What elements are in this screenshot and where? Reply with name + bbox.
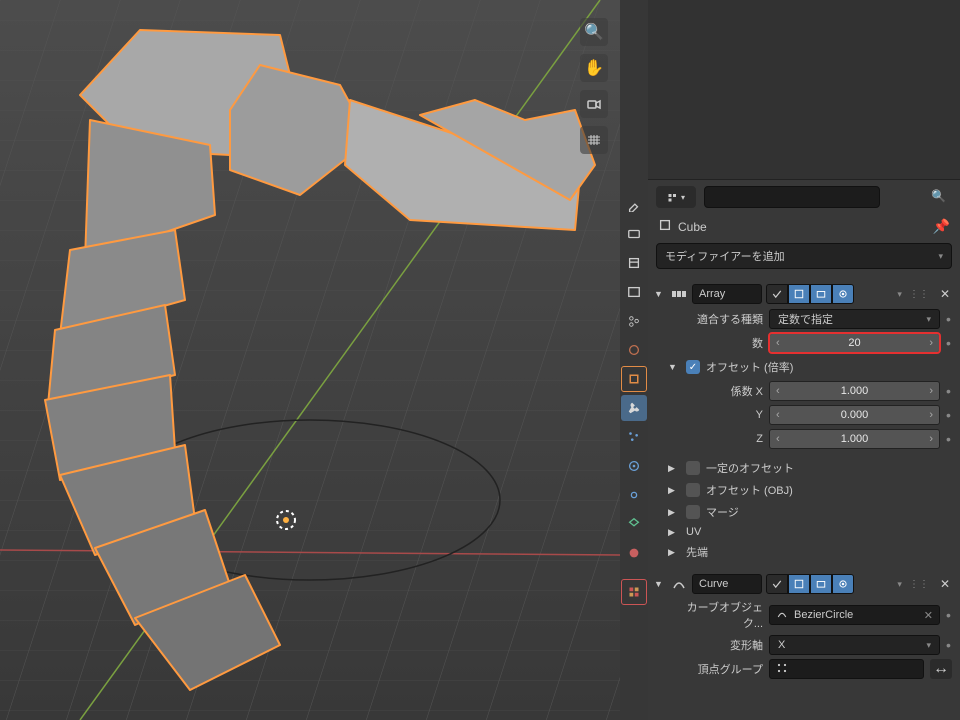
- chevron-down-icon: ▾: [926, 640, 931, 651]
- tab-data[interactable]: [621, 511, 647, 537]
- object-name: Cube: [678, 220, 707, 234]
- close-icon[interactable]: ✕: [936, 287, 954, 301]
- modifier-menu[interactable]: ⋮⋮: [906, 289, 932, 300]
- modifier-visibility-toggles: [766, 574, 854, 594]
- object-offset-section[interactable]: ▶ ✓ オフセット (OBJ): [648, 479, 960, 501]
- clear-icon[interactable]: ✕: [924, 609, 933, 622]
- array-icon: [670, 285, 688, 303]
- properties-region: ▾ 🔍 Cube 📌 モディファイアーを追加 ▾ ▼: [620, 0, 960, 720]
- vgroup-icon: [776, 662, 788, 677]
- fit-type-dropdown[interactable]: 定数で指定 ▾: [769, 309, 940, 329]
- modifier-visibility-toggles: [766, 284, 854, 304]
- relative-offset-header[interactable]: ▼ ✓ オフセット (倍率): [648, 355, 960, 379]
- cube-icon: [658, 218, 672, 235]
- relative-offset-checkbox[interactable]: ✓: [686, 360, 700, 374]
- tab-view[interactable]: [621, 279, 647, 305]
- tab-texture[interactable]: [621, 579, 647, 605]
- count-label: 数: [668, 335, 763, 351]
- fit-type-label: 適合する種類: [668, 311, 763, 327]
- curve-icon: [776, 608, 788, 623]
- chevron-down-icon[interactable]: ▾: [897, 579, 902, 590]
- pan-icon[interactable]: ✋: [580, 54, 608, 82]
- disclosure-triangle[interactable]: ▼: [668, 362, 680, 372]
- toggle-render[interactable]: [832, 574, 854, 594]
- header-blank: [648, 0, 960, 180]
- tab-material[interactable]: [621, 540, 647, 566]
- invert-vgroup-button[interactable]: ↔: [930, 659, 952, 679]
- modifier-curve-header: ▼ ▾ ⋮⋮ ✕: [648, 571, 960, 597]
- curve-object-picker[interactable]: BezierCircle ✕: [769, 605, 940, 625]
- tab-world[interactable]: [621, 337, 647, 363]
- count-input[interactable]: 20: [769, 333, 940, 353]
- toggle-cage[interactable]: [788, 574, 810, 594]
- vertex-group-label: 頂点グループ: [668, 661, 763, 677]
- search-icon: 🔍: [931, 189, 946, 203]
- factor-x-label: 係数 X: [668, 383, 763, 399]
- add-modifier-label: モディファイアーを追加: [665, 248, 785, 264]
- properties-panel: ▾ 🔍 Cube 📌 モディファイアーを追加 ▾ ▼: [648, 0, 960, 720]
- curve-object-label: カーブオブジェク...: [668, 599, 763, 631]
- pin-icon[interactable]: 📌: [933, 218, 950, 235]
- grid-icon[interactable]: [580, 126, 608, 154]
- toggle-viewport[interactable]: [810, 284, 832, 304]
- tab-tool[interactable]: [621, 192, 647, 218]
- constant-offset-section[interactable]: ▶ ✓ 一定のオフセット: [648, 457, 960, 479]
- modifier-name-input[interactable]: [692, 574, 762, 594]
- viewport-tools: 🔍 ✋: [580, 18, 608, 154]
- curve-icon: [670, 575, 688, 593]
- constant-offset-checkbox[interactable]: ✓: [686, 461, 700, 475]
- anim-dot[interactable]: •: [946, 335, 952, 351]
- factor-z-label: Z: [668, 433, 763, 445]
- anim-dot[interactable]: •: [946, 383, 952, 399]
- object-breadcrumb: Cube 📌: [648, 214, 960, 239]
- viewport-3d[interactable]: 🔍 ✋: [0, 0, 620, 720]
- factor-x-input[interactable]: 1.000: [769, 381, 940, 401]
- modifier-menu[interactable]: ⋮⋮: [906, 579, 932, 590]
- tab-modifiers[interactable]: [621, 395, 647, 421]
- scene-svg: [0, 0, 620, 720]
- tab-constraints[interactable]: [621, 482, 647, 508]
- tab-object[interactable]: [621, 366, 647, 392]
- uv-section[interactable]: ▶ UV: [648, 523, 960, 541]
- toggle-viewport[interactable]: [810, 574, 832, 594]
- caps-section[interactable]: ▶ 先端: [648, 541, 960, 563]
- tab-particles[interactable]: [621, 424, 647, 450]
- object-offset-checkbox[interactable]: ✓: [686, 483, 700, 497]
- search-input[interactable]: [704, 186, 880, 208]
- toggle-cage[interactable]: [788, 284, 810, 304]
- tab-render[interactable]: [621, 221, 647, 247]
- anim-dot[interactable]: •: [946, 311, 952, 327]
- add-modifier-dropdown[interactable]: モディファイアーを追加 ▾: [656, 243, 952, 269]
- merge-section[interactable]: ▶ ✓ マージ: [648, 501, 960, 523]
- toggle-edit-mode[interactable]: [766, 284, 788, 304]
- search-row: ▾ 🔍: [648, 180, 960, 214]
- factor-y-input[interactable]: 0.000: [769, 405, 940, 425]
- axis-label: 変形軸: [668, 637, 763, 653]
- toggle-render[interactable]: [832, 284, 854, 304]
- toggle-edit-mode[interactable]: [766, 574, 788, 594]
- tab-scene[interactable]: [621, 308, 647, 334]
- chevron-down-icon: ▾: [938, 251, 943, 262]
- chevron-down-icon: ▾: [926, 314, 931, 325]
- disclosure-triangle[interactable]: ▼: [654, 579, 666, 589]
- editor-type-button[interactable]: ▾: [656, 186, 696, 208]
- zoom-icon[interactable]: 🔍: [580, 18, 608, 46]
- property-tabs: [620, 0, 648, 720]
- axis-dropdown[interactable]: X ▾: [769, 635, 940, 655]
- modifier-name-input[interactable]: [692, 284, 762, 304]
- tab-output[interactable]: [621, 250, 647, 276]
- chevron-down-icon[interactable]: ▾: [897, 289, 902, 300]
- modifier-array-header: ▼ ▾ ⋮⋮ ✕: [648, 281, 960, 307]
- merge-checkbox[interactable]: ✓: [686, 505, 700, 519]
- vertex-group-picker[interactable]: [769, 659, 924, 679]
- factor-y-label: Y: [668, 409, 763, 421]
- tab-physics[interactable]: [621, 453, 647, 479]
- close-icon[interactable]: ✕: [936, 577, 954, 591]
- factor-z-input[interactable]: 1.000: [769, 429, 940, 449]
- camera-icon[interactable]: [580, 90, 608, 118]
- disclosure-triangle[interactable]: ▼: [654, 289, 666, 299]
